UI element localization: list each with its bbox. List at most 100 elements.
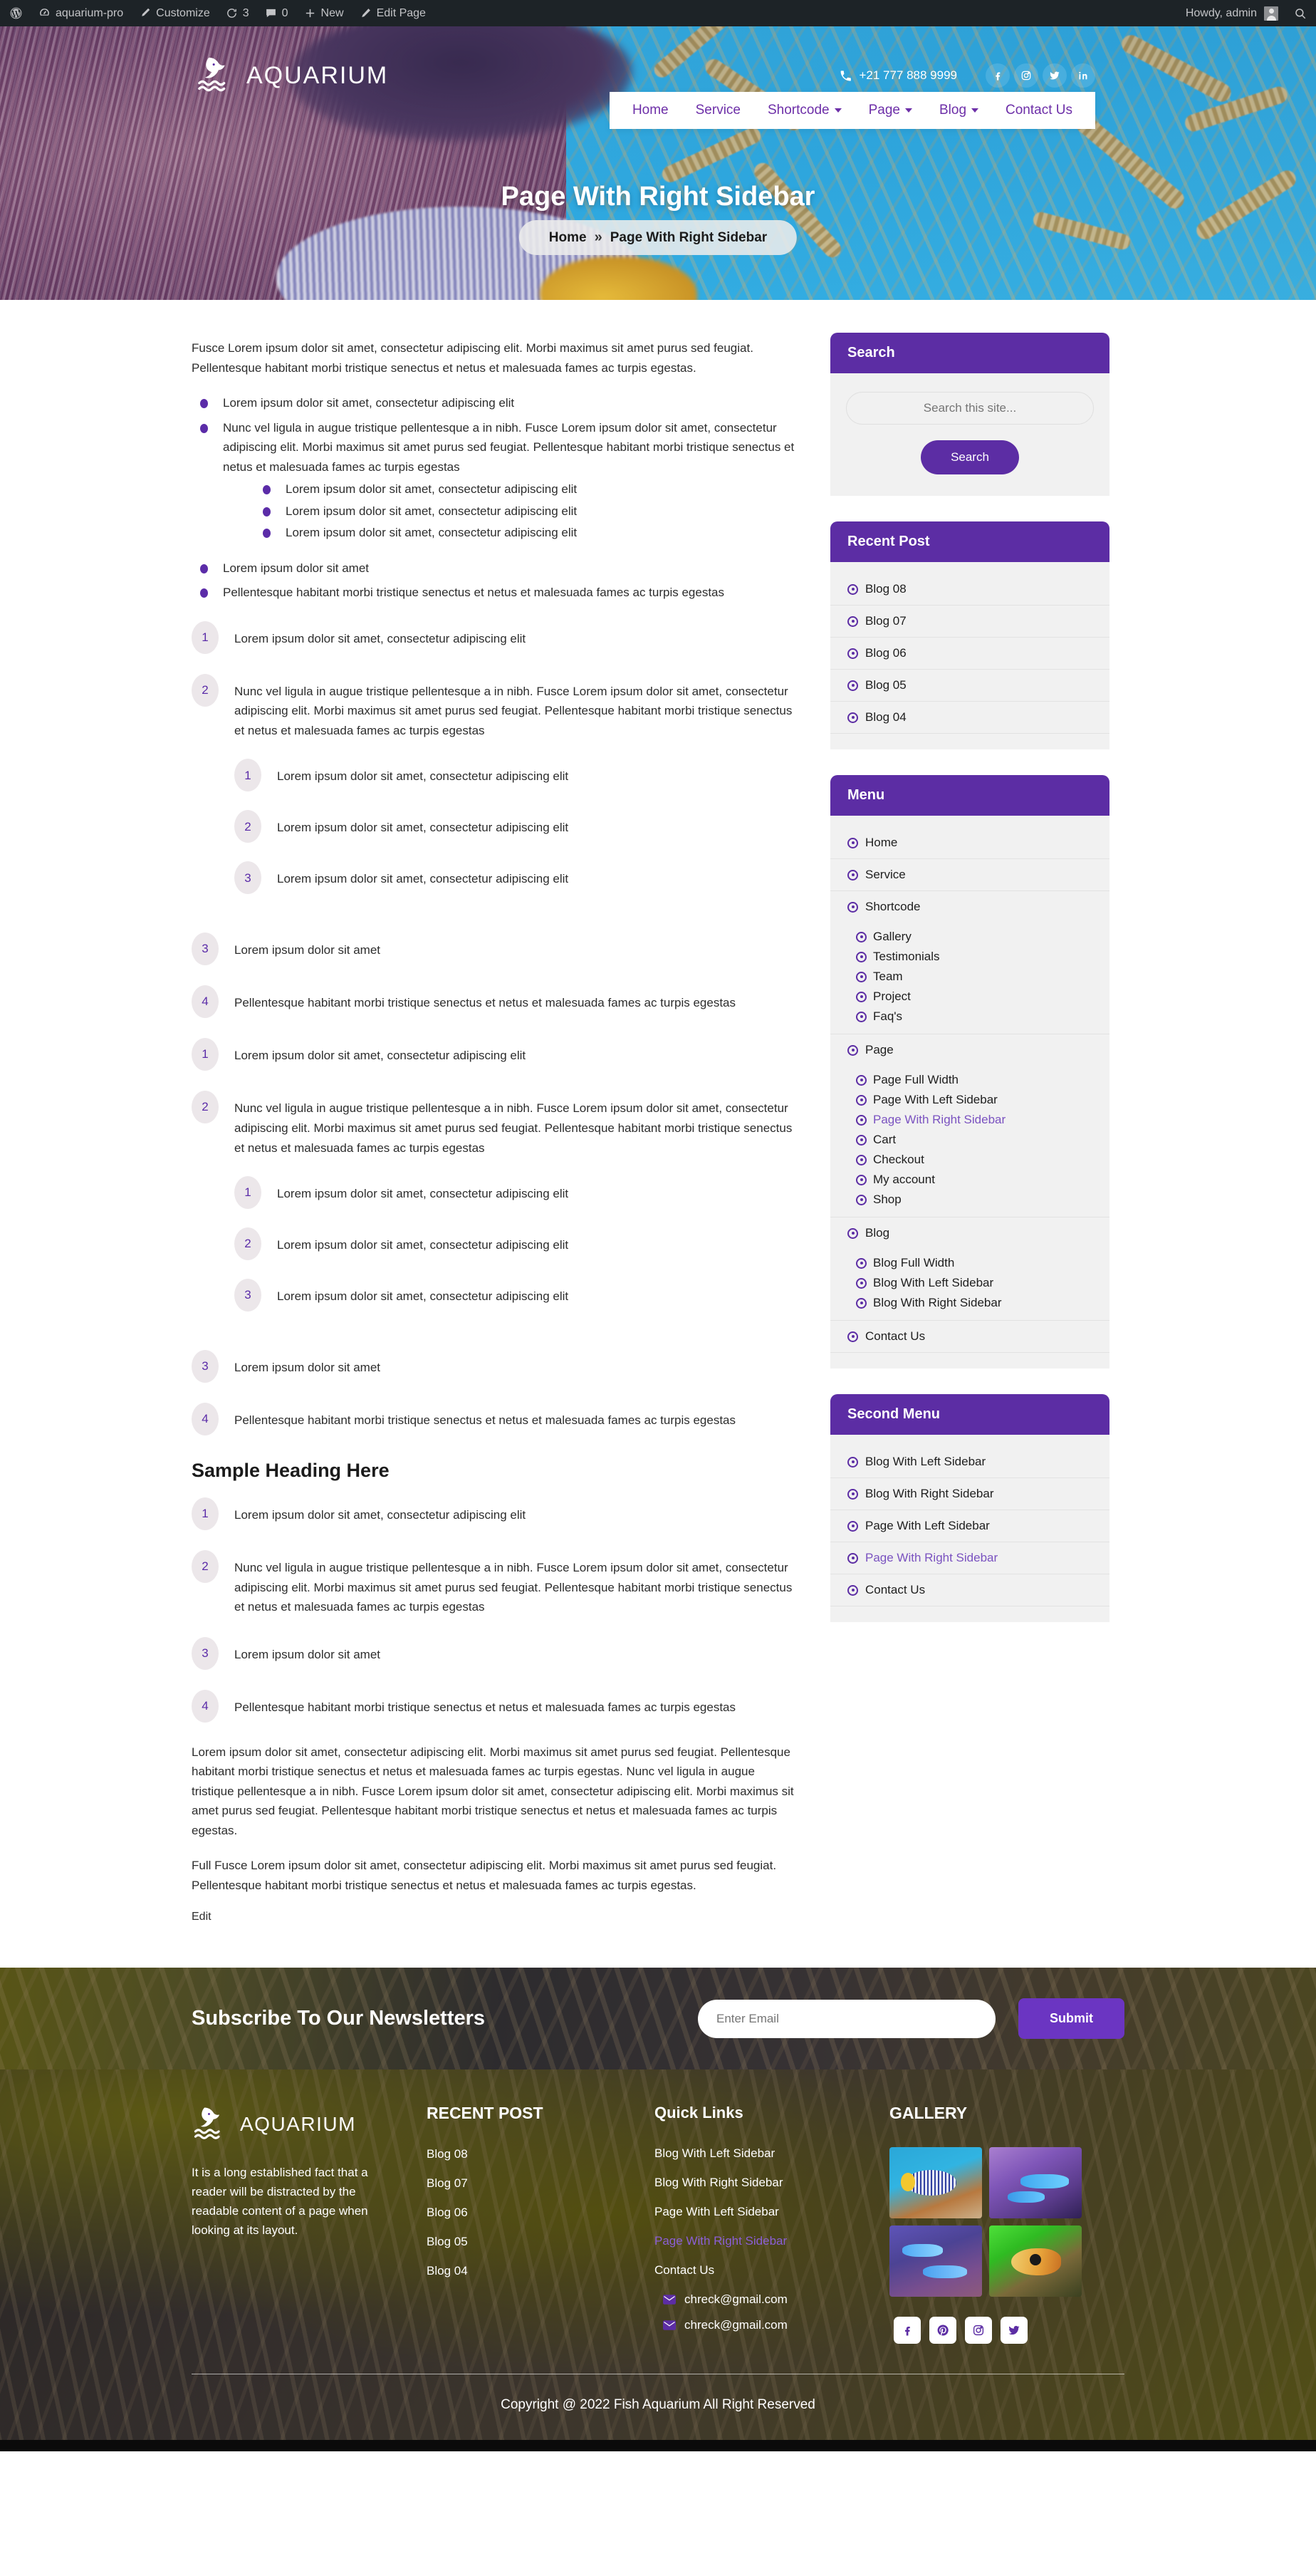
search-input[interactable] [846, 392, 1094, 425]
list-item: Lorem ipsum dolor sit amet, consectetur … [192, 393, 800, 413]
footer-bottom-bar [0, 2440, 1316, 2452]
widget-body: Home Service Shortcode Gallery Testimoni… [830, 816, 1109, 1368]
new-content-button[interactable]: New [296, 0, 352, 26]
chevron-down-icon [971, 108, 979, 113]
adminbar-search-button[interactable] [1286, 0, 1315, 26]
list-item: Blog 07 [427, 2176, 654, 2191]
menu-item-contact-us: Contact Us [830, 1321, 1109, 1353]
footer-link[interactable]: Blog 04 [427, 2264, 468, 2278]
page-body: Fusce Lorem ipsum dolor sit amet, consec… [0, 300, 1316, 1968]
gallery-thumbnail-4[interactable] [989, 2226, 1082, 2297]
list-item-text: Pellentesque habitant morbi tristique se… [234, 996, 736, 1010]
list-item-text: Lorem ipsum dolor sit amet [234, 1361, 381, 1375]
revisions-button[interactable]: 3 [218, 0, 257, 26]
nav-item-service[interactable]: Service [696, 103, 741, 118]
nav-item-home[interactable]: Home [632, 103, 669, 118]
submenu-item: Gallery [856, 927, 1109, 947]
submenu-item: Blog Full Width [856, 1253, 1109, 1273]
footer-email-2[interactable]: chreck@gmail.com [654, 2318, 889, 2332]
link-label: Checkout [873, 1153, 924, 1166]
edit-link[interactable]: Edit [192, 1911, 212, 1923]
footer-link[interactable]: Blog With Left Sidebar [654, 2146, 775, 2160]
footer-link[interactable]: Blog 08 [427, 2147, 468, 2161]
menu-item: Contact Us [830, 1574, 1109, 1606]
facebook-icon[interactable] [894, 2317, 921, 2344]
list-item-text: Lorem ipsum dolor sit amet, consectetur … [277, 821, 569, 835]
list-number-badge: 3 [234, 1279, 261, 1312]
newsletter-email-input[interactable] [698, 1999, 996, 2038]
list-item-active: Page With Right Sidebar [654, 2234, 889, 2248]
recent-post-link[interactable]: Blog 04 [830, 702, 1109, 733]
list-item: 1 Lorem ipsum dolor sit amet, consectetu… [234, 1176, 800, 1210]
nav-label: Service [695, 103, 741, 118]
list-item-text: Nunc vel ligula in augue tristique pelle… [234, 1561, 793, 1614]
hero-banner: AQUARIUM +21 777 888 9999 Home Service S… [0, 26, 1316, 300]
gallery-thumbnail-3[interactable] [889, 2226, 982, 2297]
footer-link[interactable]: Blog With Right Sidebar [654, 2176, 783, 2189]
nested-bullet-wrap: Lorem ipsum dolor sit amet, consectetur … [223, 479, 800, 543]
list-item-text: Pellentesque habitant morbi tristique se… [234, 1700, 736, 1714]
nav-item-page[interactable]: Page [869, 103, 912, 118]
gallery-thumbnail-2[interactable] [989, 2147, 1082, 2219]
footer-link[interactable]: Blog 05 [427, 2235, 468, 2248]
nav-item-blog[interactable]: Blog [939, 103, 979, 118]
facebook-icon[interactable] [986, 63, 1010, 88]
twitter-icon[interactable] [1001, 2317, 1028, 2344]
widget-title: Recent Post [830, 521, 1109, 562]
customize-button[interactable]: Customize [131, 0, 218, 26]
list-item: Lorem ipsum dolor sit amet, consectetur … [254, 523, 800, 543]
list-number-badge: 1 [192, 620, 219, 654]
recent-post-link[interactable]: Blog 06 [830, 638, 1109, 669]
pinterest-icon[interactable] [929, 2317, 956, 2344]
list-item-text: Lorem ipsum dolor sit amet, consectetur … [234, 1508, 526, 1522]
widget-title: Second Menu [830, 1394, 1109, 1435]
list-item: Blog 06 [427, 2206, 654, 2220]
footer-link[interactable]: Page With Left Sidebar [654, 2205, 779, 2218]
gallery-thumbnail-1[interactable] [889, 2147, 982, 2219]
footer-logo-text: AQUARIUM [240, 2113, 356, 2136]
my-account-button[interactable]: Howdy, admin [1178, 0, 1286, 26]
nav-item-shortcode[interactable]: Shortcode [768, 103, 842, 118]
site-logo[interactable]: AQUARIUM [195, 53, 388, 98]
site-name-button[interactable]: aquarium-pro [31, 0, 131, 26]
list-number-badge: 2 [192, 1091, 219, 1124]
footer-logo[interactable]: AQUARIUM [192, 2104, 427, 2145]
submenu-shortcode: Gallery Testimonials Team Project Faq's [830, 923, 1109, 1034]
breadcrumb-home-link[interactable]: Home [549, 230, 587, 246]
linkedin-icon[interactable] [1071, 63, 1095, 88]
nested-bullet-list: Lorem ipsum dolor sit amet, consectetur … [254, 479, 800, 543]
instagram-icon[interactable] [965, 2317, 992, 2344]
nav-label: Contact Us [1006, 103, 1072, 118]
list-item: Nunc vel ligula in augue tristique pelle… [192, 418, 800, 543]
link-label: My account [873, 1173, 935, 1186]
bullet-dot-icon [847, 1456, 858, 1468]
phone-link[interactable]: +21 777 888 9999 [839, 68, 957, 83]
recent-post-link[interactable]: Blog 07 [830, 606, 1109, 637]
body-paragraph-1: Lorem ipsum dolor sit amet, consectetur … [192, 1745, 794, 1837]
edit-page-button[interactable]: Edit Page [352, 0, 434, 26]
newsletter-submit-button[interactable]: Submit [1018, 1998, 1124, 2040]
footer-link[interactable]: Blog 06 [427, 2206, 468, 2219]
bullet-dot-icon [847, 837, 858, 848]
instagram-icon[interactable] [1014, 63, 1038, 88]
wordpress-logo-button[interactable] [1, 0, 31, 26]
submenu-item: Blog With Right Sidebar [856, 1293, 1109, 1313]
list-item: Blog 04 [830, 702, 1109, 734]
recent-post-link[interactable]: Blog 08 [830, 573, 1109, 605]
list-number-badge: 2 [234, 810, 261, 843]
twitter-icon[interactable] [1043, 63, 1067, 88]
link-label: Blog With Right Sidebar [873, 1296, 1002, 1309]
recent-post-link[interactable]: Blog 05 [830, 670, 1109, 701]
footer-link[interactable]: Contact Us [654, 2263, 714, 2277]
footer-link[interactable]: Page With Right Sidebar [654, 2234, 787, 2248]
bullet-dot-icon [856, 1277, 867, 1289]
footer-link[interactable]: Blog 07 [427, 2176, 468, 2190]
comments-button[interactable]: 0 [257, 0, 296, 26]
footer-quick-links-column: Quick Links Blog With Left Sidebar Blog … [654, 2104, 889, 2344]
wp-admin-bar: aquarium-pro Customize 3 0 New Edit Page… [0, 0, 1316, 26]
list-number-badge: 2 [234, 1227, 261, 1261]
nav-item-contact-us[interactable]: Contact Us [1006, 103, 1072, 118]
footer-email-1[interactable]: chreck@gmail.com [654, 2292, 889, 2307]
list-item-text: Lorem ipsum dolor sit amet, consectetur … [277, 1187, 569, 1201]
search-button[interactable]: Search [921, 440, 1019, 474]
